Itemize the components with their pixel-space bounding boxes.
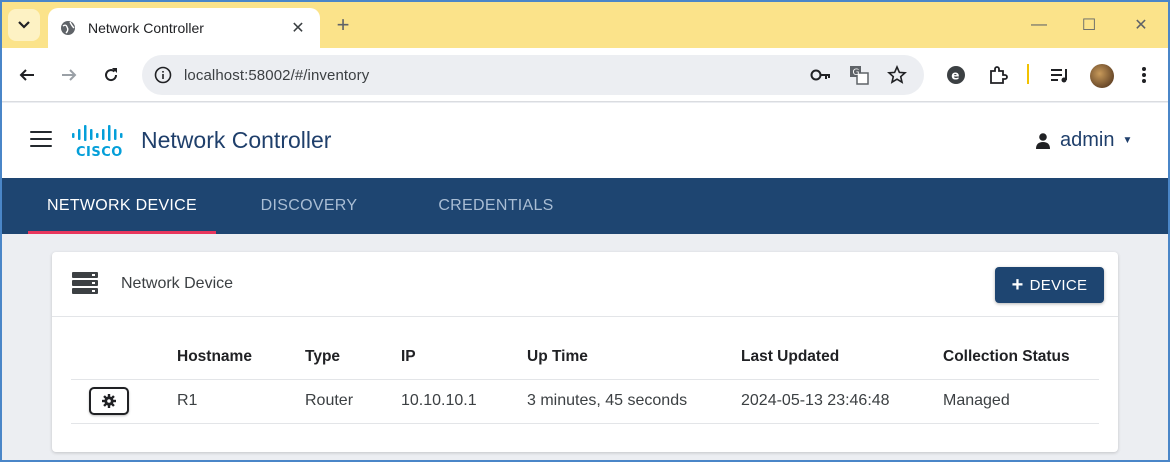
column-header-uptime[interactable]: Up Time (527, 335, 741, 380)
user-name: admin (1060, 129, 1115, 151)
tab-discovery[interactable]: DISCOVERY (240, 178, 378, 234)
gear-icon (102, 394, 116, 408)
extension-e-icon[interactable]: e (944, 63, 968, 87)
table-row: R1 Router 10.10.10.1 3 minutes, 45 secon… (71, 379, 1099, 424)
url-text: localhost:58002/#/inventory (184, 66, 370, 84)
star-icon[interactable] (886, 64, 908, 86)
cell-ip: 10.10.10.1 (401, 379, 527, 424)
column-header-collection-status[interactable]: Collection Status (943, 335, 1099, 380)
cisco-logo: CISCO (70, 125, 130, 160)
column-header-type[interactable]: Type (305, 335, 401, 380)
server-icon (72, 272, 98, 296)
forward-button[interactable] (56, 62, 82, 88)
new-tab-icon[interactable]: + (332, 12, 354, 38)
browser-tab[interactable]: Network Controller ✕ (48, 8, 320, 48)
device-settings-button[interactable] (89, 387, 129, 415)
maximize-icon[interactable]: ☐ (1064, 2, 1114, 48)
kebab-menu-icon[interactable] (1132, 63, 1156, 87)
svg-text:G: G (853, 68, 860, 78)
cell-collection-status: Managed (943, 379, 1099, 424)
row-actions-cell (71, 379, 177, 424)
table-header-row: Hostname Type IP Up Time Last Updated Co… (71, 335, 1099, 380)
close-tab-icon[interactable]: ✕ (288, 18, 308, 38)
cell-hostname: R1 (177, 379, 305, 424)
app-header: CISCO Network Controller admin ▼ (2, 103, 1168, 178)
user-menu[interactable]: admin ▼ (1036, 129, 1132, 152)
translate-icon[interactable]: G (848, 64, 870, 86)
column-header-hostname[interactable]: Hostname (177, 335, 305, 380)
svg-text:e: e (951, 69, 959, 83)
plus-icon: + (1011, 274, 1024, 296)
caret-down-icon: ▼ (1122, 135, 1133, 146)
hamburger-menu-icon[interactable] (30, 131, 52, 149)
profile-avatar[interactable] (1090, 64, 1114, 88)
column-header-ip[interactable]: IP (401, 335, 527, 380)
card-header: Network Device + DEVICE (52, 252, 1118, 317)
address-bar[interactable]: localhost:58002/#/inventory G (142, 55, 924, 95)
user-icon (1036, 132, 1050, 149)
cell-last-updated: 2024-05-13 23:46:48 (741, 379, 943, 424)
device-table: Hostname Type IP Up Time Last Updated Co… (71, 335, 1099, 424)
network-device-card: Network Device + DEVICE Hostname Type IP… (52, 252, 1118, 452)
add-device-button[interactable]: + DEVICE (995, 267, 1104, 303)
toolbar-divider (1027, 64, 1029, 84)
cell-type: Router (305, 379, 401, 424)
back-button[interactable] (14, 62, 40, 88)
tab-strip: Network Controller ✕ + — ☐ ✕ (2, 2, 1168, 48)
add-device-label: DEVICE (1029, 276, 1088, 294)
nav-tabs: NETWORK DEVICE DISCOVERY CREDENTIALS (2, 178, 1168, 234)
card-title: Network Device (121, 275, 234, 292)
app-title: Network Controller (141, 127, 332, 153)
chevron-down-icon (18, 21, 30, 29)
reload-button[interactable] (98, 62, 124, 88)
minimize-icon[interactable]: — (1014, 2, 1064, 48)
media-control-icon[interactable] (1048, 63, 1072, 87)
tab-search-button[interactable] (8, 9, 40, 41)
cell-uptime: 3 minutes, 45 seconds (527, 379, 741, 424)
back-arrow-icon (19, 69, 34, 81)
browser-toolbar: localhost:58002/#/inventory G e (2, 48, 1168, 102)
tab-credentials[interactable]: CREDENTIALS (416, 178, 576, 234)
puzzle-icon[interactable] (986, 63, 1010, 87)
column-header-last-updated[interactable]: Last Updated (741, 335, 943, 380)
tab-title: Network Controller (88, 20, 204, 36)
svg-text:CISCO: CISCO (76, 145, 123, 159)
tab-network-device[interactable]: NETWORK DEVICE (28, 178, 216, 234)
key-icon[interactable] (810, 64, 832, 86)
window-close-icon[interactable]: ✕ (1116, 2, 1166, 48)
globe-icon (61, 21, 75, 35)
info-icon (154, 66, 172, 84)
browser-window: Network Controller ✕ + — ☐ ✕ localhost:5… (0, 0, 1170, 462)
reload-icon (105, 68, 118, 82)
column-header-actions (71, 335, 177, 380)
forward-arrow-icon (62, 69, 77, 81)
